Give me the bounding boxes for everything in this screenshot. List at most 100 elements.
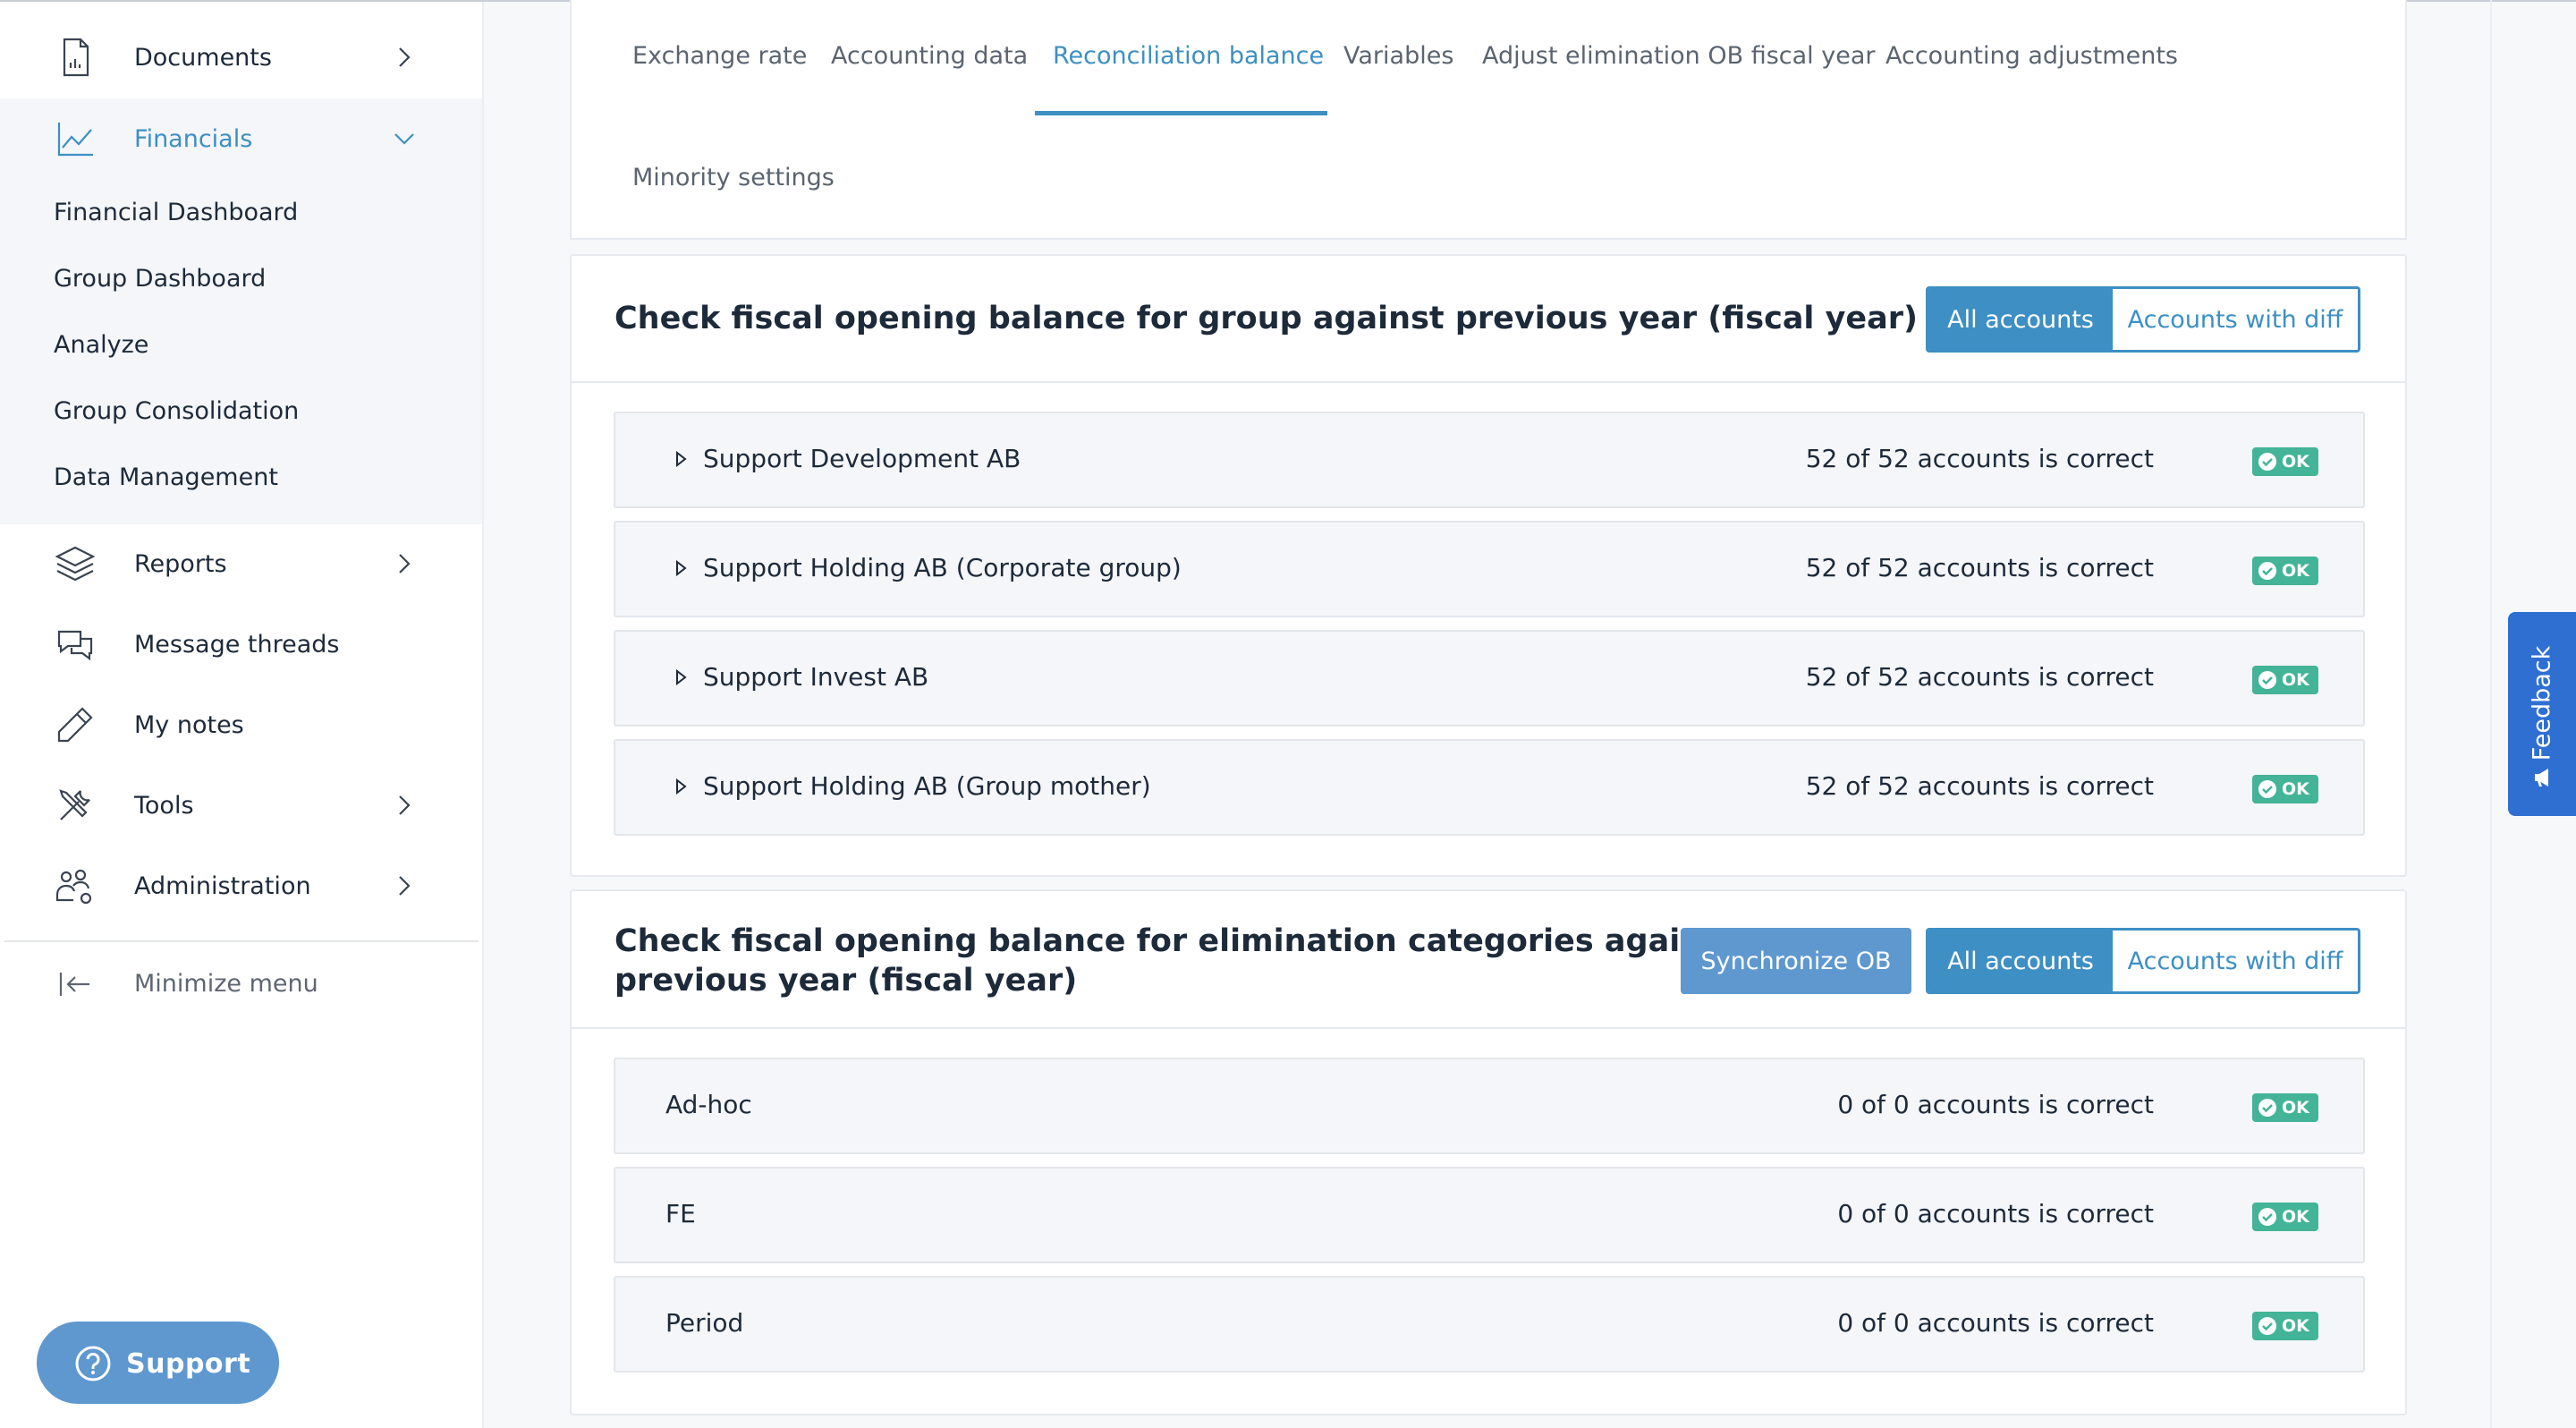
tab-reconciliation-balance[interactable]: Reconciliation balance xyxy=(1053,42,1324,70)
elimination-opening-balance-panel: Check fiscal opening balance for elimina… xyxy=(570,889,2407,1415)
sidebar-item-financials[interactable]: Financials xyxy=(0,98,482,179)
company-name: Support Holding AB (Corporate group) xyxy=(703,553,1182,582)
ok-badge: OK xyxy=(2252,557,2318,585)
accounts-with-diff-button[interactable]: Accounts with diff xyxy=(2113,931,2358,991)
sidebar-item-my-notes[interactable]: My notes xyxy=(0,684,482,765)
sidebar-subitem-data-management[interactable]: Data Management xyxy=(54,463,278,491)
tab-minority-settings[interactable]: Minority settings xyxy=(632,164,835,191)
tools-icon xyxy=(59,789,90,820)
ok-badge-label: OK xyxy=(2282,1098,2309,1118)
ok-badge: OK xyxy=(2252,447,2318,476)
chevron-right-icon xyxy=(399,47,411,67)
list-item[interactable]: Support Invest AB 52 of 52 accounts is c… xyxy=(614,630,2365,727)
tab-adjust-elimination-ob[interactable]: Adjust elimination OB fiscal year xyxy=(1482,42,1876,70)
panel-title-line1: Check fiscal opening balance for elimina… xyxy=(614,923,1736,959)
tab-accounting-adjustments[interactable]: Accounting adjustments xyxy=(1885,42,2178,70)
caret-right-icon xyxy=(676,669,687,685)
check-circle-icon xyxy=(2258,562,2276,580)
ok-badge: OK xyxy=(2252,775,2318,803)
panel-header: Check fiscal opening balance for elimina… xyxy=(572,891,2405,1029)
status-text: 52 of 52 accounts is correct xyxy=(1805,553,2154,582)
chevron-down-icon xyxy=(394,133,414,145)
sidebar-item-message-threads[interactable]: Message threads xyxy=(0,604,482,684)
megaphone-icon xyxy=(2535,769,2548,786)
ok-badge-label: OK xyxy=(2282,670,2309,690)
sidebar-item-label: My notes xyxy=(134,710,244,739)
caret-right-icon xyxy=(676,451,687,467)
check-circle-icon xyxy=(2258,780,2276,798)
tab-exchange-rate[interactable]: Exchange rate xyxy=(632,42,807,70)
document-chart-icon xyxy=(63,38,89,77)
check-circle-icon xyxy=(2258,453,2276,471)
sidebar-item-reports[interactable]: Reports xyxy=(0,523,482,604)
list-item[interactable]: Support Development AB 52 of 52 accounts… xyxy=(614,412,2365,508)
category-name: Ad-hoc xyxy=(665,1090,752,1119)
chat-bubbles-icon xyxy=(57,630,93,661)
active-tab-indicator xyxy=(1035,111,1327,115)
collapse-left-icon xyxy=(59,973,89,996)
account-filter-toggle: All accounts Accounts with diff xyxy=(1926,928,2360,994)
ok-badge: OK xyxy=(2252,1312,2318,1340)
users-gear-icon xyxy=(55,869,92,905)
feedback-tab[interactable]: Feedback xyxy=(2508,612,2576,816)
sidebar-subitem-group-dashboard[interactable]: Group Dashboard xyxy=(54,265,266,293)
sidebar-item-administration[interactable]: Administration xyxy=(0,846,482,926)
sidebar-item-documents[interactable]: Documents xyxy=(0,17,482,98)
synchronize-ob-button[interactable]: Synchronize OB xyxy=(1681,928,1911,994)
check-circle-icon xyxy=(2258,1317,2276,1335)
tab-accounting-data[interactable]: Accounting data xyxy=(831,42,1028,70)
layers-icon xyxy=(55,546,96,582)
financials-group: Financials Financial Dashboard Group Das… xyxy=(0,98,482,524)
status-text: 52 of 52 accounts is correct xyxy=(1805,444,2154,473)
line-chart-icon xyxy=(57,123,93,157)
category-name: Period xyxy=(665,1308,744,1338)
ok-badge-label: OK xyxy=(2282,561,2309,581)
ok-badge: OK xyxy=(2252,1093,2318,1122)
accounts-with-diff-button[interactable]: Accounts with diff xyxy=(2113,289,2358,350)
ok-badge-label: OK xyxy=(2282,779,2309,799)
pencil-icon xyxy=(57,707,93,743)
feedback-label: Feedback xyxy=(2528,645,2556,761)
panel-header: Check fiscal opening balance for group a… xyxy=(572,256,2405,383)
company-name: Support Invest AB xyxy=(703,662,929,692)
chevron-right-icon xyxy=(399,795,411,815)
status-text: 0 of 0 accounts is correct xyxy=(1837,1199,2154,1228)
status-text: 52 of 52 accounts is correct xyxy=(1805,771,2154,801)
all-accounts-button[interactable]: All accounts xyxy=(1928,289,2113,350)
minimize-menu-label: Minimize menu xyxy=(134,970,318,998)
status-text: 0 of 0 accounts is correct xyxy=(1837,1308,2154,1338)
check-circle-icon xyxy=(2258,671,2276,689)
sidebar-divider xyxy=(4,940,479,942)
ok-badge: OK xyxy=(2252,666,2318,694)
category-name: FE xyxy=(665,1199,696,1228)
status-text: 52 of 52 accounts is correct xyxy=(1805,662,2154,692)
ok-badge: OK xyxy=(2252,1203,2318,1231)
list-item[interactable]: Support Holding AB (Corporate group) 52 … xyxy=(614,521,2365,617)
sidebar-item-tools[interactable]: Tools xyxy=(0,765,482,846)
company-name: Support Holding AB (Group mother) xyxy=(703,771,1151,801)
tab-variables[interactable]: Variables xyxy=(1343,42,1453,70)
minimize-menu-button[interactable]: Minimize menu xyxy=(0,946,482,1026)
caret-right-icon xyxy=(676,778,687,795)
account-filter-toggle: All accounts Accounts with diff xyxy=(1926,286,2360,353)
check-circle-icon xyxy=(2258,1099,2276,1117)
group-opening-balance-panel: Check fiscal opening balance for group a… xyxy=(570,254,2407,877)
ok-badge-label: OK xyxy=(2282,452,2309,472)
sidebar-item-label: Administration xyxy=(134,871,311,900)
list-item[interactable]: Period 0 of 0 accounts is correct OK xyxy=(614,1276,2365,1373)
list-item[interactable]: FE 0 of 0 accounts is correct OK xyxy=(614,1167,2365,1263)
support-button[interactable]: Support xyxy=(37,1322,279,1404)
list-item[interactable]: Ad-hoc 0 of 0 accounts is correct OK xyxy=(614,1058,2365,1154)
sidebar-subitem-analyze[interactable]: Analyze xyxy=(54,331,148,359)
caret-right-icon xyxy=(676,560,687,576)
chevron-right-icon xyxy=(399,876,411,896)
sidebar-item-label: Documents xyxy=(134,43,272,72)
sidebar-item-label: Reports xyxy=(134,549,227,578)
sidebar-subitem-financial-dashboard[interactable]: Financial Dashboard xyxy=(54,199,298,226)
sidebar-item-label: Message threads xyxy=(134,630,340,659)
question-circle-icon xyxy=(75,1346,111,1381)
list-item[interactable]: Support Holding AB (Group mother) 52 of … xyxy=(614,739,2365,836)
all-accounts-button[interactable]: All accounts xyxy=(1928,931,2113,991)
sidebar-item-label: Financials xyxy=(134,124,253,153)
sidebar-subitem-group-consolidation[interactable]: Group Consolidation xyxy=(54,397,299,425)
